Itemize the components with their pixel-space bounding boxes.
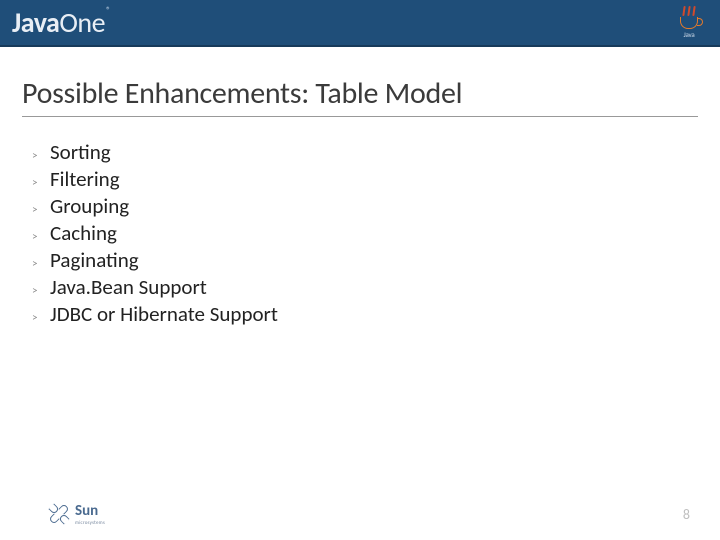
bullet-marker: > bbox=[32, 203, 50, 216]
list-item-text: Grouping bbox=[50, 193, 129, 219]
list-item: >Java.Bean Support bbox=[32, 274, 698, 300]
footer: Sun microsystems 8 bbox=[0, 502, 720, 526]
list-item-text: Filtering bbox=[50, 166, 120, 192]
sun-logo: Sun microsystems bbox=[48, 502, 105, 526]
list-item-text: JDBC or Hibernate Support bbox=[50, 301, 278, 327]
bullet-marker: > bbox=[32, 284, 50, 297]
sun-logo-text: Sun bbox=[75, 502, 105, 520]
bullet-marker: > bbox=[32, 149, 50, 162]
bullet-marker: > bbox=[32, 311, 50, 324]
logo-main: Java bbox=[12, 5, 59, 40]
slide-title: Possible Enhancements: Table Model bbox=[22, 75, 698, 117]
list-item: >Paginating bbox=[32, 247, 698, 273]
slide-container: JavaOne® Java Possible Enhancements: Tab… bbox=[0, 0, 720, 540]
java-steam-icon bbox=[682, 6, 696, 16]
list-item-text: Java.Bean Support bbox=[50, 274, 207, 300]
list-item: >Sorting bbox=[32, 139, 698, 165]
bullet-marker: > bbox=[32, 176, 50, 189]
bullet-list: >Sorting >Filtering >Grouping >Caching >… bbox=[22, 139, 698, 327]
java-cup-icon bbox=[680, 17, 698, 29]
javaone-logo: JavaOne® bbox=[12, 5, 672, 40]
header-bar: JavaOne® Java bbox=[0, 0, 720, 47]
list-item: >Caching bbox=[32, 220, 698, 246]
bullet-marker: > bbox=[32, 257, 50, 270]
list-item-text: Paginating bbox=[50, 247, 139, 273]
list-item: >Filtering bbox=[32, 166, 698, 192]
logo-reg: ® bbox=[106, 5, 110, 16]
sun-mark-icon bbox=[43, 498, 74, 529]
bullet-marker: > bbox=[32, 230, 50, 243]
sun-text-wrap: Sun microsystems bbox=[75, 502, 105, 526]
list-item: >JDBC or Hibernate Support bbox=[32, 301, 698, 327]
list-item-text: Caching bbox=[50, 220, 117, 246]
page-number: 8 bbox=[683, 506, 690, 523]
logo-sub: One bbox=[59, 5, 105, 40]
list-item: >Grouping bbox=[32, 193, 698, 219]
list-item-text: Sorting bbox=[50, 139, 111, 165]
javaone-logo-text: JavaOne® bbox=[12, 5, 110, 40]
sun-logo-subtext: microsystems bbox=[75, 520, 105, 526]
java-icon: Java bbox=[672, 6, 706, 40]
content-area: Possible Enhancements: Table Model >Sort… bbox=[0, 47, 720, 327]
java-icon-label: Java bbox=[683, 30, 694, 39]
